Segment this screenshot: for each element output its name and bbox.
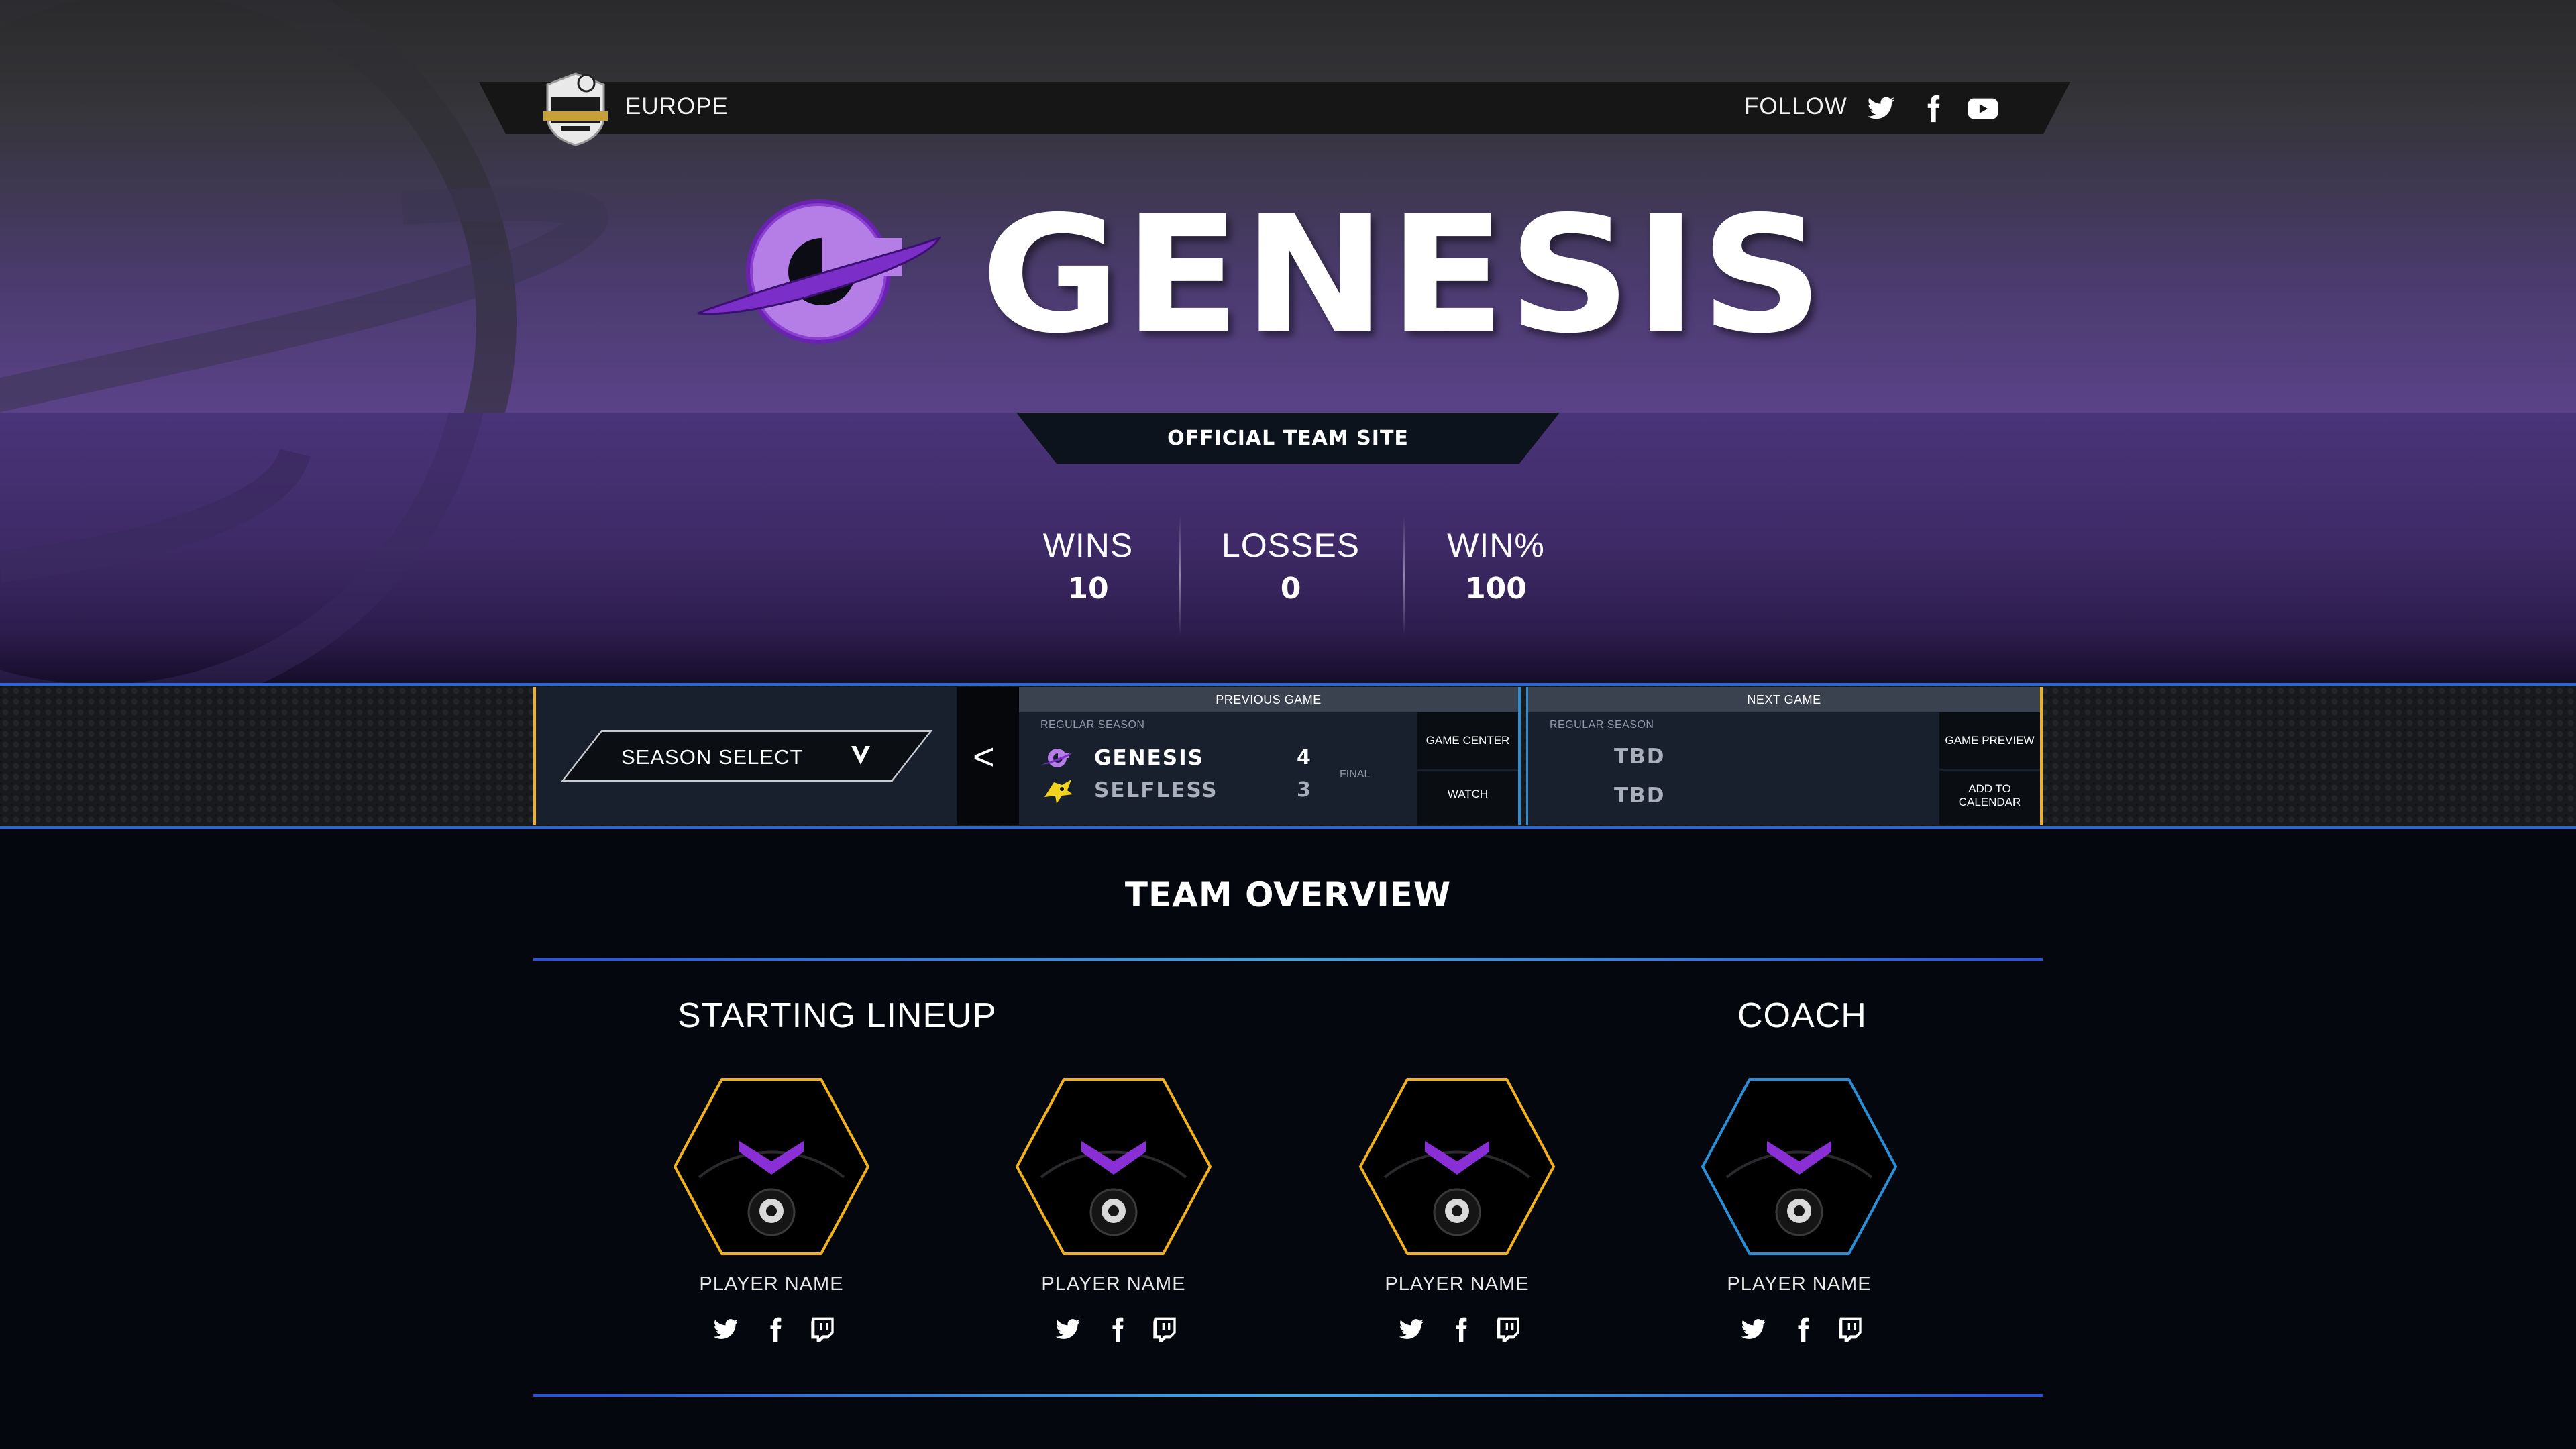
twitter-icon[interactable] [1055, 1316, 1081, 1343]
previous-home-team: GENESIS [1094, 746, 1204, 770]
player-name[interactable]: PLAYER NAME [1013, 1273, 1214, 1295]
next-away-team: TBD [1614, 784, 1666, 808]
stat-label: WINS [1042, 527, 1134, 564]
next-game-panel: NEXT GAME REGULAR SEASON TBD TBD GAME PR… [1526, 687, 2043, 825]
player-avatar[interactable] [672, 1077, 871, 1256]
previous-away-team: SELFLESS [1094, 778, 1218, 802]
stat-wins: WINS 10 [987, 526, 1189, 606]
stat-value: 10 [1067, 572, 1109, 606]
chevron-left-icon[interactable]: < [973, 735, 995, 778]
twitch-icon[interactable] [1151, 1316, 1178, 1343]
stat-win-pct: WIN% 100 [1395, 526, 1597, 606]
facebook-icon[interactable] [1104, 1316, 1131, 1343]
coach-label: COACH [1737, 996, 1867, 1035]
divider [1417, 769, 1518, 771]
previous-game-header: PREVIOUS GAME [1019, 687, 1518, 712]
facebook-icon[interactable] [1790, 1316, 1817, 1343]
stat-value: 100 [1465, 572, 1527, 606]
facebook-icon[interactable] [1448, 1316, 1474, 1343]
game-status: FINAL [1340, 769, 1371, 780]
team-name: GENESIS [981, 181, 1827, 369]
previous-game-panel: PREVIOUS GAME REGULAR SEASON GENESIS 4 S… [1019, 687, 1521, 825]
game-stage: REGULAR SEASON [1550, 719, 1654, 731]
genesis-logo-icon [1042, 749, 1073, 767]
previous-home-score: 4 [1297, 746, 1311, 769]
previous-away-score: 3 [1297, 778, 1311, 802]
twitter-icon[interactable] [712, 1316, 739, 1343]
watch-button[interactable]: WATCH [1417, 788, 1518, 801]
stat-losses: LOSSES 0 [1190, 526, 1391, 606]
selfless-logo-icon [1044, 780, 1073, 804]
game-preview-button[interactable]: GAME PREVIEW [1939, 734, 2040, 747]
twitter-icon[interactable] [1866, 94, 1896, 123]
twitch-icon[interactable] [809, 1316, 836, 1343]
stat-label: LOSSES [1221, 527, 1360, 564]
team-logo[interactable] [691, 184, 946, 359]
coach-avatar[interactable] [1700, 1077, 1898, 1256]
next-home-team: TBD [1614, 745, 1666, 769]
official-site-label[interactable]: OFFICIAL TEAM SITE [1016, 427, 1560, 450]
coach-name[interactable]: PLAYER NAME [1699, 1273, 1900, 1295]
twitch-icon[interactable] [1837, 1316, 1864, 1343]
twitch-icon[interactable] [1495, 1316, 1521, 1343]
league-logo[interactable] [537, 70, 614, 148]
player-avatar[interactable] [1358, 1077, 1556, 1256]
player-name[interactable]: PLAYER NAME [671, 1273, 872, 1295]
section-divider-top [533, 958, 2043, 961]
facebook-icon[interactable] [762, 1316, 789, 1343]
game-stage: REGULAR SEASON [1040, 719, 1145, 731]
team-overview-title: TEAM OVERVIEW [1124, 875, 1452, 914]
previous-game-actions: GAME CENTER WATCH [1417, 712, 1518, 825]
stat-value: 0 [1280, 572, 1301, 606]
twitter-icon[interactable] [1398, 1316, 1425, 1343]
next-game-header: NEXT GAME [1528, 687, 2040, 712]
add-to-calendar-button[interactable]: ADD TO CALENDAR [1956, 782, 2023, 809]
region-label[interactable]: EUROPE [625, 93, 729, 120]
season-select-label[interactable]: SEASON SELECT [621, 745, 803, 769]
stat-divider [1179, 515, 1181, 636]
facebook-icon[interactable] [1919, 94, 1948, 123]
divider [1939, 769, 2040, 771]
game-center-button[interactable]: GAME CENTER [1417, 734, 1518, 747]
chevron-down-icon[interactable] [849, 742, 872, 769]
follow-label: FOLLOW [1744, 93, 1847, 119]
player-name[interactable]: PLAYER NAME [1356, 1273, 1558, 1295]
twitter-icon[interactable] [1740, 1316, 1767, 1343]
stat-label: WIN% [1447, 527, 1545, 564]
section-divider-bottom [533, 1394, 2043, 1397]
next-game-actions: GAME PREVIEW ADD TO CALENDAR [1939, 712, 2040, 825]
youtube-icon[interactable] [1967, 94, 1999, 123]
player-avatar[interactable] [1014, 1077, 1213, 1256]
starting-lineup-label: STARTING LINEUP [678, 996, 997, 1035]
